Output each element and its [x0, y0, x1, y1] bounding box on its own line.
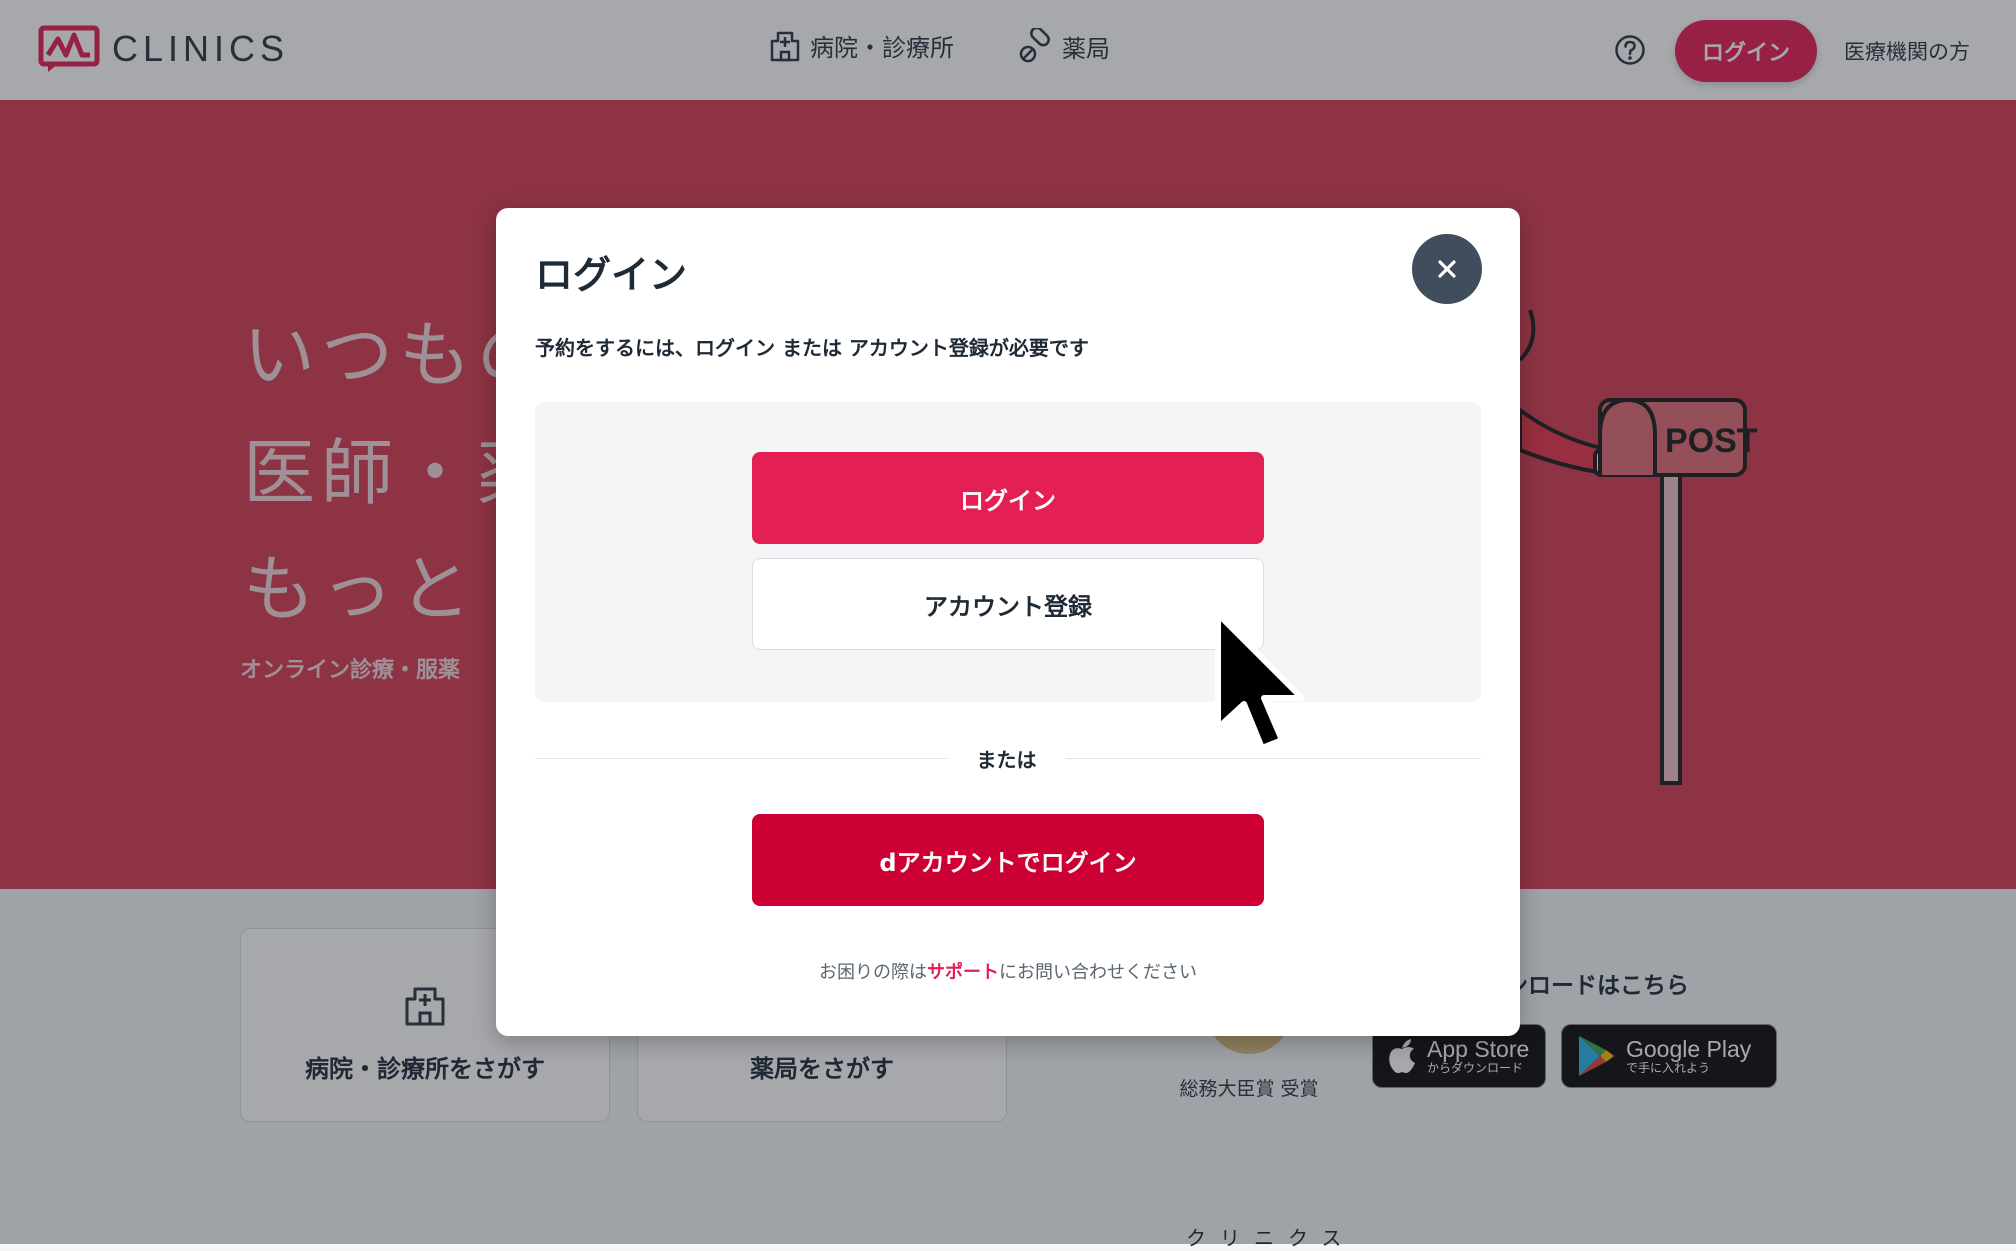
- auth-options-panel: ログイン アカウント登録: [535, 402, 1481, 702]
- divider-line-right: [1066, 758, 1481, 759]
- close-icon: [1438, 260, 1456, 278]
- divider-line-left: [535, 758, 947, 759]
- login-button[interactable]: ログイン: [752, 452, 1264, 544]
- modal-description: 予約をするには、ログイン または アカウント登録が必要です: [535, 336, 1089, 360]
- modal-title: ログイン: [535, 253, 688, 297]
- help-prefix: お困りの際は: [819, 962, 927, 983]
- modal-close-button[interactable]: [1412, 234, 1482, 304]
- login-modal: ログイン 予約をするには、ログイン または アカウント登録が必要です ログイン …: [496, 208, 1520, 1036]
- divider-text: または: [976, 748, 1037, 772]
- register-button[interactable]: アカウント登録: [752, 558, 1264, 650]
- d-account-login-button[interactable]: dアカウントでログイン: [752, 814, 1264, 906]
- support-link[interactable]: サポート: [927, 962, 999, 983]
- or-divider: または: [535, 748, 1481, 772]
- help-suffix: にお問い合わせください: [999, 962, 1197, 983]
- mouse-cursor-icon: [1215, 611, 1305, 751]
- support-help-text: お困りの際はサポートにお問い合わせください: [496, 958, 1520, 984]
